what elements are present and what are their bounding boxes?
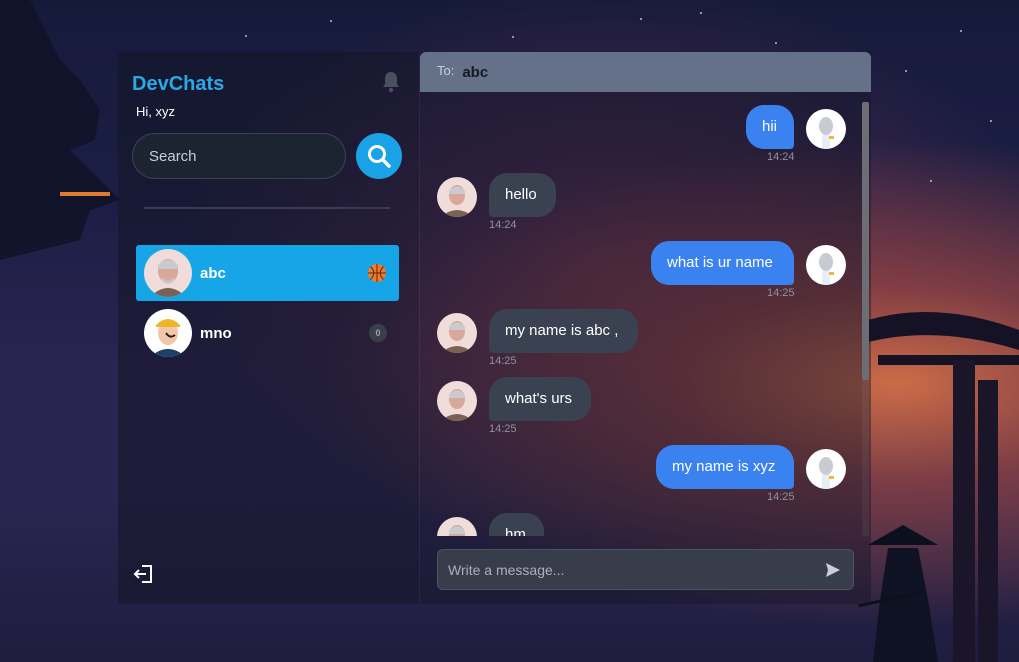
avatar xyxy=(144,249,192,297)
samurai-silhouette xyxy=(858,525,938,662)
contact-name: mno xyxy=(200,324,232,342)
avatar xyxy=(806,245,846,285)
contact-item-abc[interactable]: abc xyxy=(136,245,399,301)
sidebar-divider xyxy=(144,207,390,209)
contact-item-mno[interactable]: mno 0 xyxy=(136,305,399,361)
recipient-name: abc xyxy=(462,63,489,81)
message-list: hii 14:24 hello 14:24 what is ur name 14… xyxy=(420,92,871,536)
logout-icon[interactable] xyxy=(133,563,155,585)
scrollbar-thumb[interactable] xyxy=(862,102,869,380)
chat-panel: To: abc hii 14:24 hello 14:24 what is ur… xyxy=(419,52,871,604)
message-bubble: my name is xyz xyxy=(656,445,794,489)
torii-silhouette xyxy=(868,312,1019,662)
avatar xyxy=(144,309,192,357)
message-time: 14:24 xyxy=(767,151,795,163)
basketball-icon xyxy=(368,264,386,282)
message-bubble: hello xyxy=(489,173,556,217)
message-time: 14:25 xyxy=(767,287,795,299)
avatar xyxy=(437,313,477,353)
message-bubble: what is ur name xyxy=(651,241,794,285)
avatar xyxy=(437,517,477,536)
avatar xyxy=(806,109,846,149)
bell-icon[interactable] xyxy=(379,70,403,94)
app-title: DevChats xyxy=(132,73,225,95)
search-input[interactable] xyxy=(132,133,346,179)
message-bubble: hm xyxy=(489,513,544,536)
search-icon xyxy=(368,145,391,168)
message-bubble: what's urs xyxy=(489,377,591,421)
search-button[interactable] xyxy=(356,133,402,179)
to-label: To: xyxy=(437,62,455,78)
message-bubble: my name is abc , xyxy=(489,309,638,353)
avatar xyxy=(437,177,477,217)
chat-header: To: abc xyxy=(420,52,871,92)
contact-name: abc xyxy=(200,264,226,282)
unread-count-badge: 0 xyxy=(369,324,387,342)
message-time: 14:25 xyxy=(489,355,517,367)
avatar xyxy=(437,381,477,421)
message-input[interactable] xyxy=(438,550,828,589)
message-time: 14:25 xyxy=(767,491,795,503)
message-time: 14:25 xyxy=(489,423,517,435)
sidebar: DevChats Hi, xyz abc xyxy=(118,52,419,604)
message-composer xyxy=(437,549,854,590)
send-icon[interactable] xyxy=(824,561,842,579)
avatar xyxy=(806,449,846,489)
message-time: 14:24 xyxy=(489,219,517,231)
message-bubble: hii xyxy=(746,105,794,149)
user-greeting: Hi, xyz xyxy=(136,104,175,119)
